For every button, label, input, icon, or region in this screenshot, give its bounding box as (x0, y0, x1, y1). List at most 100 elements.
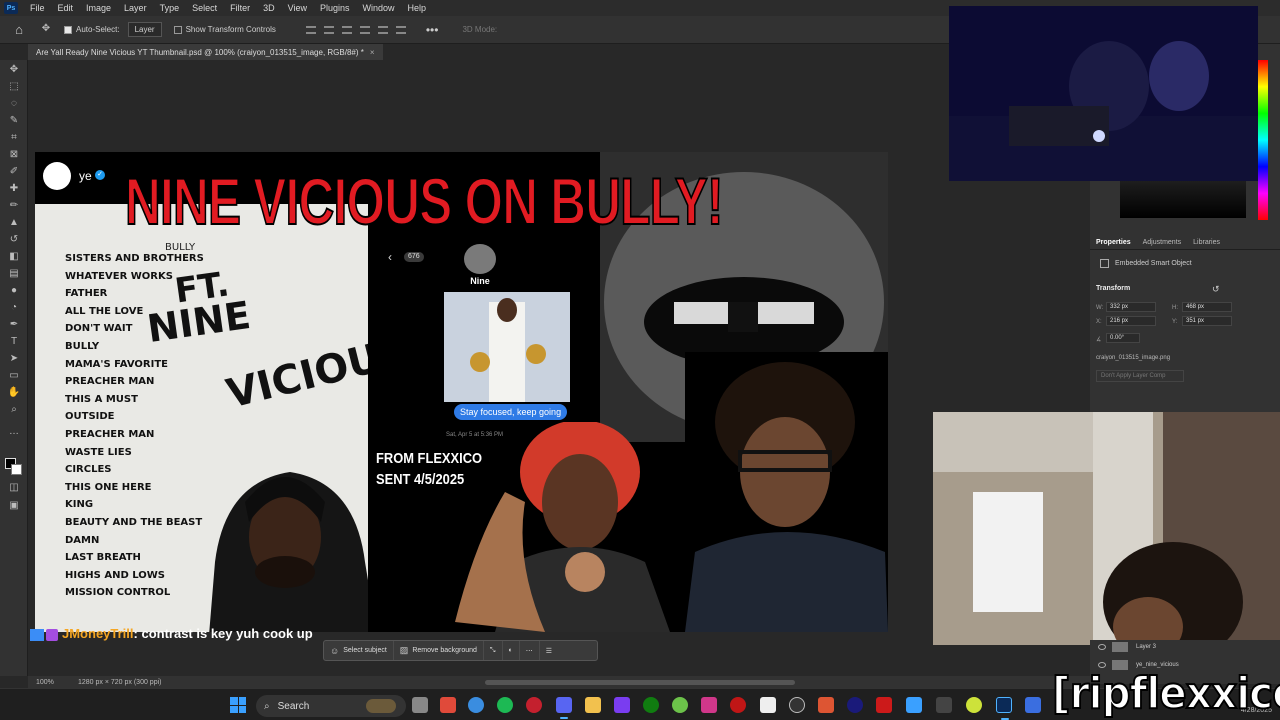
remove-background-button[interactable]: ▨ Remove background (392, 641, 483, 660)
gradient-tool-icon[interactable]: ▤ (7, 268, 21, 280)
menu-select[interactable]: Select (186, 3, 224, 13)
obs-icon[interactable] (936, 697, 952, 713)
app-icon[interactable] (818, 697, 834, 713)
app-icon[interactable] (847, 697, 863, 713)
webcam-bedroom-image (933, 412, 1280, 645)
more-options-icon[interactable]: ••• (426, 23, 439, 37)
app-icon[interactable] (672, 697, 688, 713)
edit-toolbar-icon[interactable]: … (7, 426, 21, 438)
move-tool-icon[interactable]: ✥ (7, 64, 21, 76)
spotify-icon[interactable] (497, 697, 513, 713)
app-icon[interactable] (701, 697, 717, 713)
healing-tool-icon[interactable]: ✚ (7, 183, 21, 195)
background-color-swatch[interactable] (11, 464, 22, 475)
menu-3d[interactable]: 3D (257, 3, 282, 13)
lasso-tool-icon[interactable]: ◌ (7, 98, 21, 110)
horizontal-scrollbar[interactable] (485, 680, 795, 685)
app-icon[interactable] (966, 697, 982, 713)
discord-icon[interactable] (556, 697, 572, 719)
x-field[interactable]: 216 px (1106, 316, 1156, 326)
show-transform-checkbox[interactable]: Show Transform Controls (173, 25, 276, 34)
mask-icon[interactable]: ◐ (501, 641, 519, 660)
layer-comp-dropdown[interactable]: Don't Apply Layer Comp (1096, 370, 1184, 382)
eyedropper-tool-icon[interactable]: ✐ (7, 166, 21, 178)
pen-tool-icon[interactable]: ✒ (7, 319, 21, 331)
hue-slider[interactable] (1258, 60, 1268, 220)
dodge-tool-icon[interactable]: ◔ (7, 302, 21, 314)
y-field[interactable]: 351 px (1182, 316, 1232, 326)
align-center-icon[interactable] (323, 25, 334, 34)
history-brush-icon[interactable]: ↺ (7, 234, 21, 246)
hand-tool-icon[interactable]: ✋ (7, 387, 21, 399)
app-icon[interactable] (876, 697, 892, 713)
menu-edit[interactable]: Edit (52, 3, 81, 13)
move-tool-icon[interactable]: ✥ (38, 23, 54, 37)
menu-plugins[interactable]: Plugins (314, 3, 357, 13)
smart-object-icon (1100, 259, 1109, 268)
brush-tool-icon[interactable]: ✏ (7, 200, 21, 212)
zoom-tool-icon[interactable]: ⌕ (7, 404, 21, 416)
align-left-icon[interactable] (305, 25, 316, 34)
angle-field[interactable]: 0.00° (1106, 333, 1140, 343)
openai-icon[interactable] (789, 697, 805, 713)
thumbnail-canvas[interactable]: BULLY SISTERS AND BROTHERS WHATEVER WORK… (35, 152, 888, 632)
menu-layer[interactable]: Layer (118, 3, 154, 13)
opera-icon[interactable] (526, 697, 542, 713)
frame-tool-icon[interactable]: ⊠ (7, 149, 21, 161)
photoshop-taskbar-icon[interactable] (996, 697, 1012, 720)
task-view-icon[interactable] (412, 697, 428, 713)
type-tool-icon[interactable]: T (7, 336, 21, 348)
app-icon[interactable] (760, 697, 776, 713)
app-icon[interactable] (906, 697, 922, 713)
auto-select-checkbox[interactable]: Auto-Select: (64, 25, 120, 34)
tab-properties[interactable]: Properties (1090, 236, 1137, 249)
quick-mask-icon[interactable]: ◫ (7, 482, 21, 494)
xbox-icon[interactable] (643, 697, 659, 713)
taskbar-search[interactable]: ⌕ Search (256, 695, 406, 717)
shape-tool-icon[interactable]: ▭ (7, 370, 21, 382)
marquee-tool-icon[interactable]: ⬚ (7, 81, 21, 93)
windows-start-icon[interactable] (230, 697, 246, 713)
blur-tool-icon[interactable]: ● (7, 285, 21, 297)
quick-select-tool-icon[interactable]: ✎ (7, 115, 21, 127)
height-field[interactable]: 468 px (1182, 302, 1232, 312)
menu-image[interactable]: Image (80, 3, 118, 13)
app-icon[interactable] (614, 697, 630, 713)
app-icon[interactable] (730, 697, 746, 713)
stamp-tool-icon[interactable]: ▲ (7, 217, 21, 229)
transform-icon[interactable]: ⤡ (482, 641, 502, 660)
zoom-level[interactable]: 100% (36, 679, 76, 686)
app-icon[interactable] (1025, 697, 1041, 713)
eraser-tool-icon[interactable]: ◧ (7, 251, 21, 263)
menu-file[interactable]: File (24, 3, 52, 13)
align-middle-icon[interactable] (377, 25, 388, 34)
visibility-eye-icon[interactable] (1098, 644, 1106, 650)
reset-transform-icon[interactable]: ↺ (1212, 284, 1220, 295)
crop-tool-icon[interactable]: ⌗ (7, 132, 21, 144)
menu-view[interactable]: View (282, 3, 314, 13)
home-icon[interactable]: ⌂ (12, 22, 26, 37)
tab-libraries[interactable]: Libraries (1187, 236, 1226, 249)
auto-select-dropdown[interactable]: Layer (127, 22, 162, 37)
align-right-icon[interactable] (341, 25, 352, 34)
more-icon[interactable]: ⋯ (518, 641, 539, 660)
select-subject-button[interactable]: ☺ Select subject (324, 641, 393, 660)
chrome-icon[interactable] (468, 697, 484, 713)
layer-row[interactable]: Layer 3 (1098, 642, 1156, 652)
tab-adjustments[interactable]: Adjustments (1137, 236, 1188, 249)
document-tab[interactable]: Are Yall Ready Nine Vicious YT Thumbnail… (28, 44, 383, 60)
menu-window[interactable]: Window (357, 3, 402, 13)
app-icon[interactable] (440, 697, 456, 713)
color-picker-field[interactable] (1120, 176, 1246, 218)
path-select-icon[interactable]: ➤ (7, 353, 21, 365)
menu-type[interactable]: Type (154, 3, 187, 13)
align-top-icon[interactable] (359, 25, 370, 34)
menu-filter[interactable]: Filter (224, 3, 257, 13)
file-explorer-icon[interactable] (585, 697, 601, 713)
align-bottom-icon[interactable] (395, 25, 406, 34)
settings-sliders-icon[interactable]: ☰ (538, 641, 558, 660)
menu-help[interactable]: Help (402, 3, 434, 13)
width-field[interactable]: 332 px (1106, 302, 1156, 312)
close-tab-icon[interactable]: × (370, 48, 375, 57)
screen-mode-icon[interactable]: ▣ (7, 500, 21, 512)
